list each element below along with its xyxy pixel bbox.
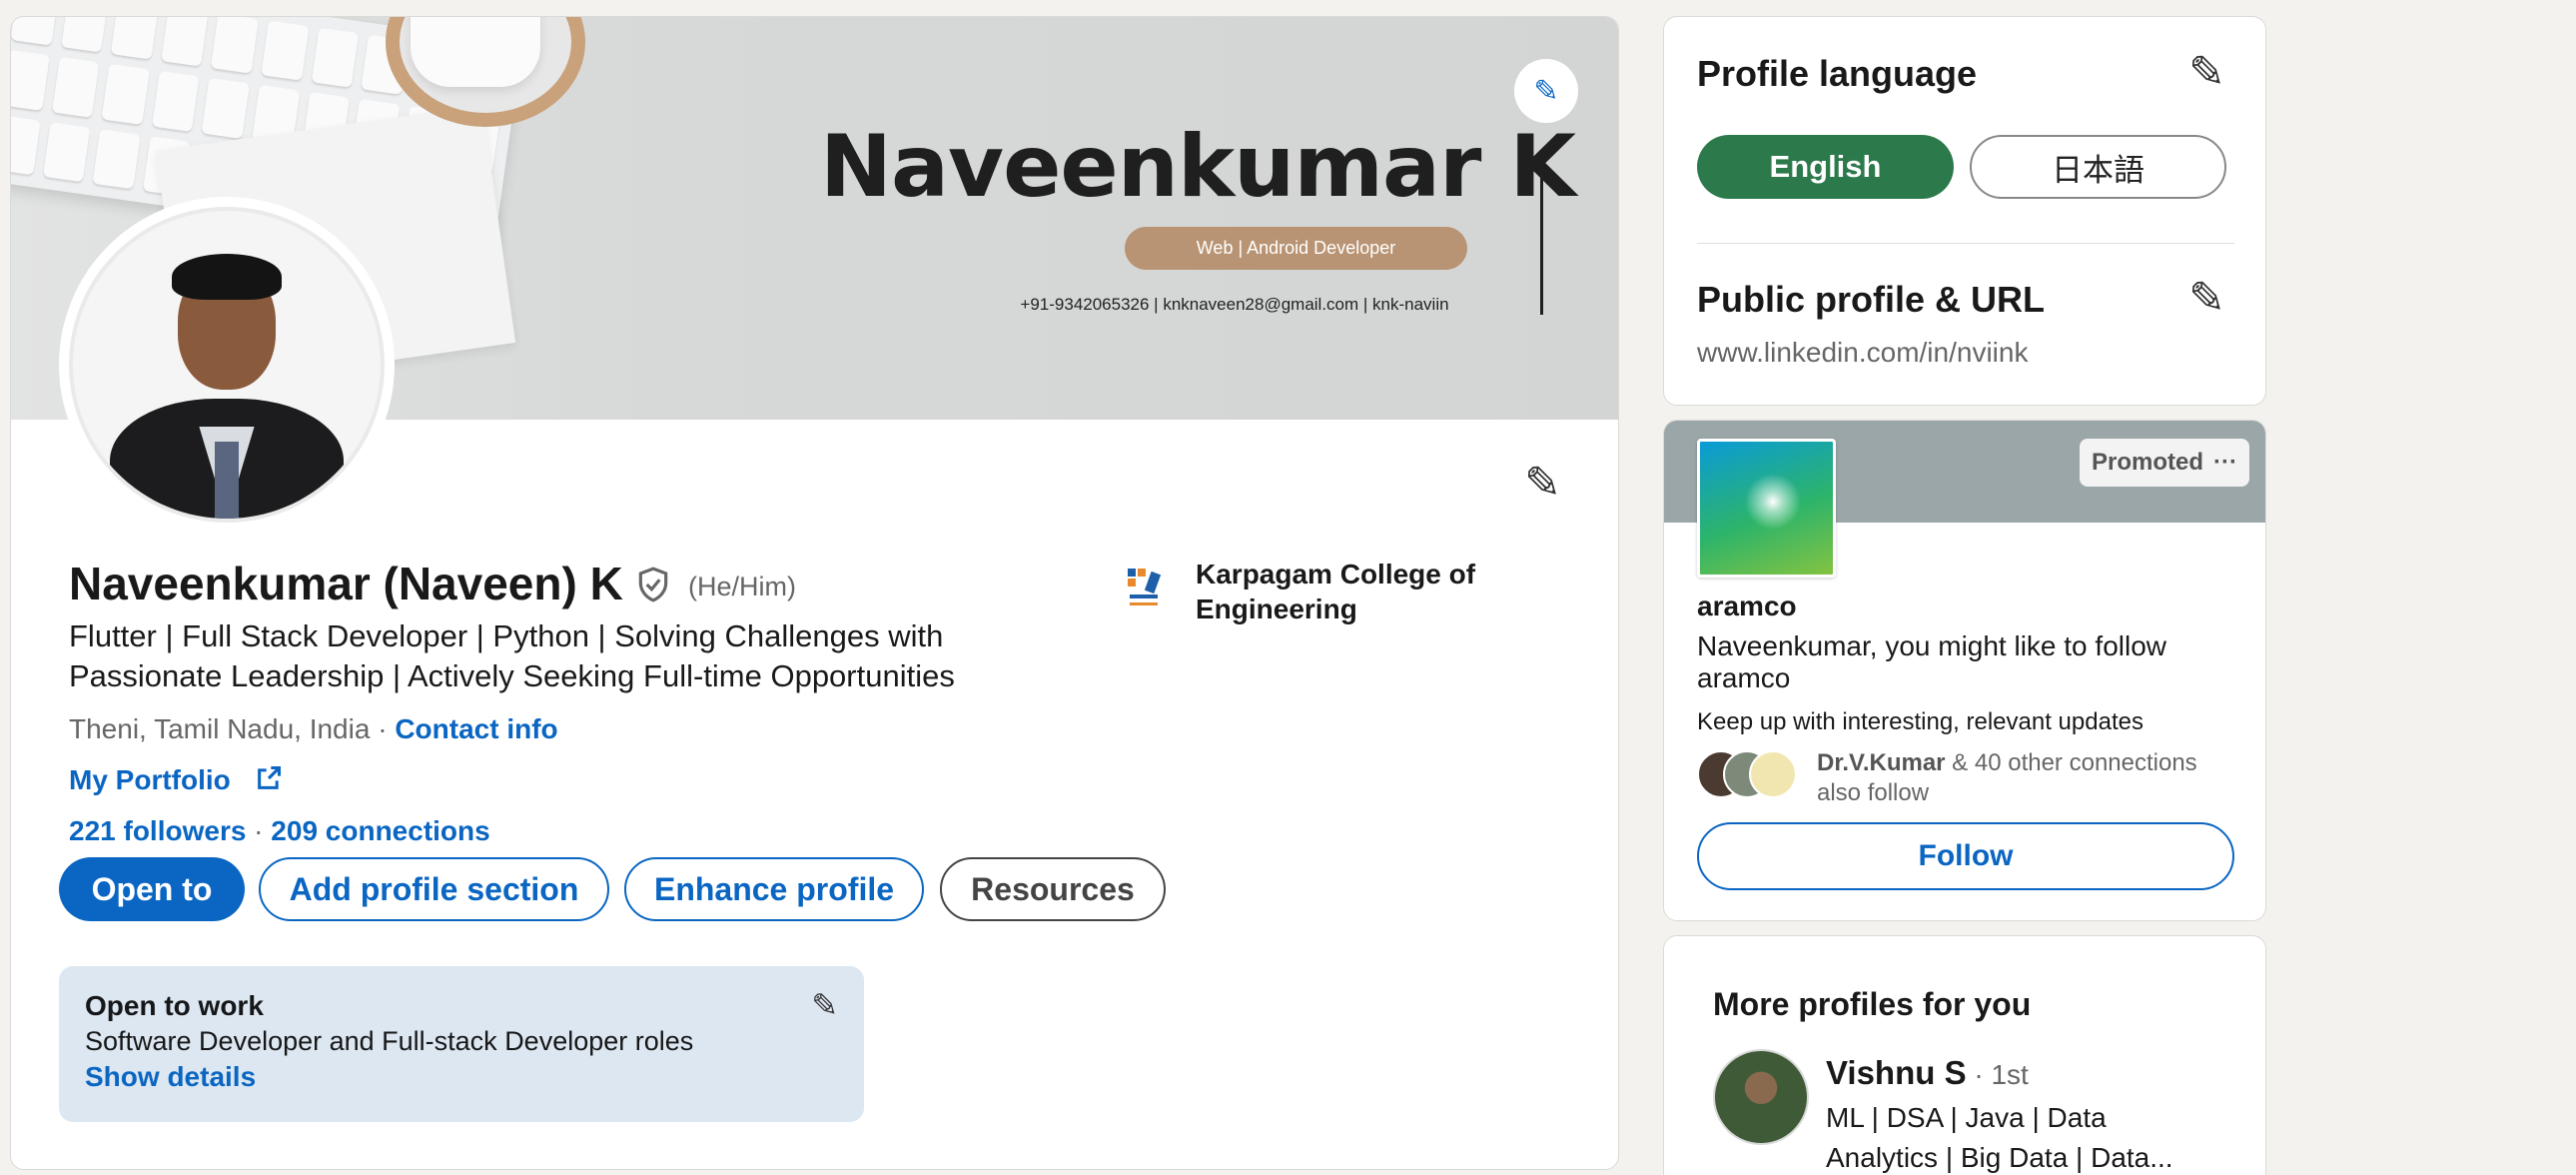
pencil-icon: ✎ xyxy=(811,987,838,1023)
enhance-profile-button[interactable]: Enhance profile xyxy=(624,857,924,921)
pencil-icon: ✎ xyxy=(2188,48,2225,97)
profile-language-title: Profile language xyxy=(1697,53,1978,94)
profile-name: Naveenkumar (Naveen) K xyxy=(69,558,623,609)
edit-banner-button[interactable]: ✎ xyxy=(1514,59,1578,123)
promoted-ad-card: Promoted ··· aramco Naveenkumar, you mig… xyxy=(1663,420,2266,921)
ad-company-name[interactable]: aramco xyxy=(1697,590,1797,622)
connection-avatars xyxy=(1697,750,1797,798)
avatar xyxy=(69,207,385,523)
portfolio-link[interactable]: My Portfolio xyxy=(69,764,283,796)
suggested-name: Vishnu S xyxy=(1826,1054,1967,1091)
location-separator: · xyxy=(370,713,396,744)
network-stats: 221 followers · 209 connections xyxy=(69,815,490,847)
school-logo[interactable] xyxy=(1124,565,1164,614)
follow-button[interactable]: Follow xyxy=(1697,822,2234,890)
open-to-work-title: Open to work xyxy=(85,990,264,1021)
banner-tagline: Web | Android Developer xyxy=(1125,227,1467,270)
banner-mug-graphic xyxy=(411,17,540,87)
more-profiles-title: More profiles for you xyxy=(1713,986,2032,1022)
add-profile-section-button[interactable]: Add profile section xyxy=(259,857,609,921)
edit-open-to-work-button[interactable]: ✎ xyxy=(811,986,838,1024)
school-name[interactable]: Karpagam College of Engineering xyxy=(1196,557,1535,626)
divider xyxy=(1697,243,2234,244)
open-to-work-card[interactable]: Open to work Software Developer and Full… xyxy=(59,966,864,1122)
public-profile-url: www.linkedin.com/in/nviink xyxy=(1697,337,2029,368)
language-english-button[interactable]: English xyxy=(1697,135,1954,199)
language-japanese-button[interactable]: 日本語 xyxy=(1970,135,2226,199)
banner-contact: +91-9342065326 | knknaveen28@gmail.com |… xyxy=(1020,295,1449,314)
aramco-logo[interactable] xyxy=(1697,439,1836,578)
promoted-label: Promoted xyxy=(2092,449,2204,476)
open-to-work-description: Software Developer and Full-stack Develo… xyxy=(85,1026,694,1056)
connections-link[interactable]: 209 connections xyxy=(271,815,489,846)
external-link-icon xyxy=(257,765,281,789)
stats-separator: · xyxy=(246,815,272,846)
suggested-profile-name[interactable]: Vishnu S · 1st xyxy=(1826,1054,2029,1092)
followers-link[interactable]: 221 followers xyxy=(69,815,246,846)
profile-headline: Flutter | Full Stack Developer | Python … xyxy=(69,618,955,693)
profile-settings-card: Profile language ✎ English 日本語 Public pr… xyxy=(1663,16,2266,406)
edit-intro-button[interactable]: ✎ xyxy=(1524,462,1561,506)
banner-name: Naveenkumar K xyxy=(820,117,1576,217)
location-row: Theni, Tamil Nadu, India · Contact info xyxy=(69,713,558,745)
resources-button[interactable]: Resources xyxy=(940,857,1166,921)
public-profile-title: Public profile & URL xyxy=(1697,279,2046,320)
ad-message: Naveenkumar, you might like to follow ar… xyxy=(1697,630,2166,693)
connection-degree: · 1st xyxy=(1966,1059,2029,1090)
edit-language-button[interactable]: ✎ xyxy=(2188,51,2225,95)
profile-card: Naveenkumar K Web | Android Developer +9… xyxy=(10,16,1619,1170)
avatar[interactable] xyxy=(1713,1049,1809,1145)
show-details-link[interactable]: Show details xyxy=(85,1061,838,1093)
more-icon: ··· xyxy=(2213,449,2237,476)
location-text: Theni, Tamil Nadu, India xyxy=(69,713,371,744)
open-to-button[interactable]: Open to xyxy=(59,857,245,921)
ad-connections-text: Dr.V.Kumar & 40 other connections also f… xyxy=(1817,748,2236,808)
suggested-profile-headline: ML | DSA | Java | Data Analytics | Big D… xyxy=(1826,1102,2173,1173)
promoted-badge[interactable]: Promoted ··· xyxy=(2080,439,2249,487)
more-profiles-card: More profiles for you Vishnu S · 1st ML … xyxy=(1663,935,2266,1175)
connection-name: Dr.V.Kumar xyxy=(1817,749,1946,776)
profile-photo[interactable] xyxy=(59,197,395,533)
banner-divider xyxy=(1540,155,1543,315)
verified-shield-icon[interactable] xyxy=(634,566,672,603)
pencil-icon: ✎ xyxy=(1524,459,1561,508)
ad-subtext: Keep up with interesting, relevant updat… xyxy=(1697,708,2144,735)
pencil-icon: ✎ xyxy=(2188,274,2225,323)
edit-url-button[interactable]: ✎ xyxy=(2188,277,2225,321)
pencil-icon: ✎ xyxy=(1533,74,1559,108)
contact-info-link[interactable]: Contact info xyxy=(395,713,557,744)
portfolio-label: My Portfolio xyxy=(69,764,231,795)
pronouns: (He/Him) xyxy=(688,572,796,601)
